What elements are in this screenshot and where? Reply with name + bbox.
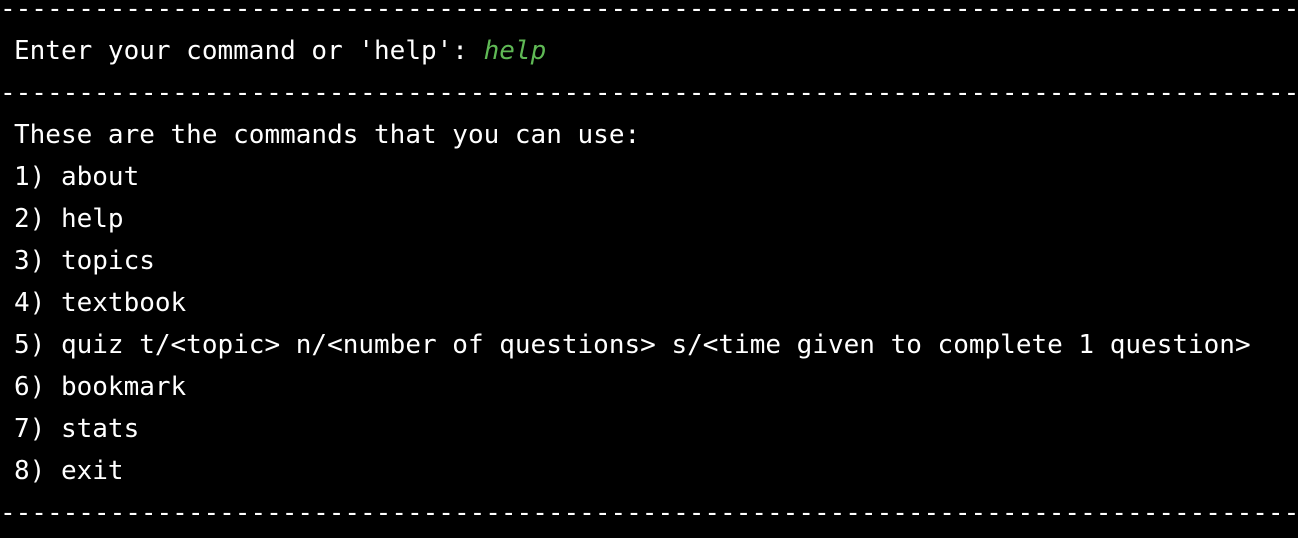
command-item: 1) about	[14, 162, 140, 192]
command-item: 3) topics	[14, 246, 155, 276]
command-item: 2) help	[14, 204, 124, 234]
command-item: 8) exit	[14, 456, 124, 486]
command-item: 7) stats	[14, 414, 140, 444]
help-header: These are the commands that you can use:	[14, 120, 641, 150]
command-item: 5) quiz t/<topic> n/<number of questions…	[14, 330, 1251, 360]
divider-middle: ----------------------------------------…	[0, 78, 1298, 108]
command-item: 6) bookmark	[14, 372, 187, 402]
divider-bottom: ----------------------------------------…	[0, 498, 1298, 528]
user-input-text: help	[483, 36, 547, 66]
divider-top: ----------------------------------------…	[0, 0, 1298, 24]
prompt-line: Enter your command or 'help': help	[14, 30, 546, 72]
command-item: 4) textbook	[14, 288, 187, 318]
terminal-window[interactable]: ----------------------------------------…	[0, 0, 1298, 538]
prompt-text: Enter your command or 'help':	[14, 36, 484, 66]
